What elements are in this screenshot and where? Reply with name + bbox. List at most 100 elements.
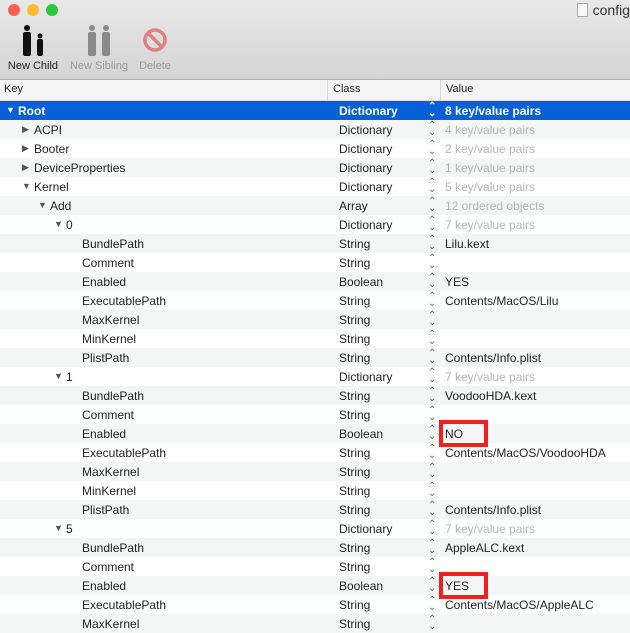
outline-row[interactable]: BundlePath String ⌃ ⌄ Lilu.kext	[0, 234, 630, 253]
row-value[interactable]: 8 key/value pairs	[445, 104, 541, 118]
disclosure-triangle-icon[interactable]: ▶	[22, 143, 29, 154]
outline-row[interactable]: ▶ ACPI Dictionary ⌃ ⌄ 4 key/value pairs	[0, 120, 630, 139]
row-value[interactable]: 7 key/value pairs	[445, 218, 535, 232]
stepper-icon[interactable]: ⌃ ⌄	[428, 520, 436, 537]
new-child-button[interactable]: New Child	[6, 24, 60, 72]
row-class[interactable]: Dictionary	[339, 104, 398, 118]
stepper-icon[interactable]: ⌃ ⌄	[428, 501, 436, 518]
outline-row[interactable]: PlistPath String ⌃ ⌄ Contents/Info.plist	[0, 500, 630, 519]
row-class[interactable]: Boolean	[339, 579, 383, 593]
stepper-icon[interactable]: ⌃ ⌄	[428, 615, 436, 632]
stepper-icon[interactable]: ⌃ ⌄	[428, 482, 436, 499]
row-class[interactable]: String	[339, 256, 370, 270]
row-value[interactable]: 1 key/value pairs	[445, 161, 535, 175]
row-value[interactable]: Contents/MacOS/AppleALC	[445, 598, 594, 612]
outline-row[interactable]: Comment String ⌃ ⌄	[0, 557, 630, 576]
outline-row[interactable]: Comment String ⌃ ⌄	[0, 405, 630, 424]
row-class[interactable]: String	[339, 294, 370, 308]
row-class[interactable]: String	[339, 389, 370, 403]
disclosure-triangle-icon[interactable]: ▼	[54, 523, 63, 533]
stepper-icon[interactable]: ⌃ ⌄	[428, 121, 436, 138]
outline-row[interactable]: MaxKernel String ⌃ ⌄	[0, 614, 630, 633]
stepper-icon[interactable]: ⌃ ⌄	[428, 387, 436, 404]
row-class[interactable]: String	[339, 598, 370, 612]
disclosure-triangle-icon[interactable]: ▼	[54, 371, 63, 381]
row-value[interactable]: YES	[445, 275, 469, 289]
outline-row[interactable]: ▶ Booter Dictionary ⌃ ⌄ 2 key/value pairs	[0, 139, 630, 158]
outline-row[interactable]: MaxKernel String ⌃ ⌄	[0, 462, 630, 481]
row-class[interactable]: Dictionary	[339, 370, 392, 384]
row-value[interactable]: Contents/Info.plist	[445, 503, 541, 517]
row-class[interactable]: String	[339, 446, 370, 460]
row-value[interactable]: AppleALC.kext	[445, 541, 524, 555]
row-value[interactable]: Lilu.kext	[445, 237, 489, 251]
outline-row[interactable]: ▼ 5 Dictionary ⌃ ⌄ 7 key/value pairs	[0, 519, 630, 538]
stepper-icon[interactable]: ⌃ ⌄	[428, 197, 436, 214]
stepper-icon[interactable]: ⌃ ⌄	[428, 539, 436, 556]
row-value[interactable]: 12 ordered objects	[445, 199, 544, 213]
row-class[interactable]: Dictionary	[339, 142, 392, 156]
outline-row[interactable]: PlistPath String ⌃ ⌄ Contents/Info.plist	[0, 348, 630, 367]
row-class[interactable]: String	[339, 408, 370, 422]
stepper-icon[interactable]: ⌃ ⌄	[428, 577, 436, 594]
disclosure-triangle-icon[interactable]: ▼	[38, 200, 47, 210]
outline-row[interactable]: ExecutablePath String ⌃ ⌄ Contents/MacOS/Lil…	[0, 291, 630, 310]
row-class[interactable]: Dictionary	[339, 161, 392, 175]
row-class[interactable]: String	[339, 541, 370, 555]
stepper-icon[interactable]: ⌃ ⌄	[428, 596, 436, 613]
disclosure-triangle-icon[interactable]: ▼	[54, 219, 63, 229]
stepper-icon[interactable]: ⌃ ⌄	[428, 406, 436, 423]
stepper-icon[interactable]: ⌃ ⌄	[428, 349, 436, 366]
stepper-icon[interactable]: ⌃ ⌄	[428, 235, 436, 252]
disclosure-triangle-icon[interactable]: ▶	[22, 124, 29, 135]
row-class[interactable]: String	[339, 237, 370, 251]
outline-row[interactable]: ▼ Kernel Dictionary ⌃ ⌄ 5 key/value pairs	[0, 177, 630, 196]
stepper-icon[interactable]: ⌃ ⌄	[428, 254, 436, 271]
column-class[interactable]: Class	[333, 83, 361, 95]
outline-row[interactable]: BundlePath String ⌃ ⌄ VoodooHDA.kext	[0, 386, 630, 405]
row-class[interactable]: String	[339, 617, 370, 631]
row-class[interactable]: Dictionary	[339, 123, 392, 137]
row-class[interactable]: Boolean	[339, 427, 383, 441]
row-value[interactable]: Contents/Info.plist	[445, 351, 541, 365]
outline-row[interactable]: ▶ DeviceProperties Dictionary ⌃ ⌄ 1 key/value…	[0, 158, 630, 177]
row-class[interactable]: Dictionary	[339, 522, 392, 536]
outline-row[interactable]: MinKernel String ⌃ ⌄	[0, 481, 630, 500]
stepper-icon[interactable]: ⌃ ⌄	[428, 558, 436, 575]
row-class[interactable]: String	[339, 465, 370, 479]
stepper-icon[interactable]: ⌃ ⌄	[428, 178, 436, 195]
stepper-icon[interactable]: ⌃ ⌄	[428, 368, 436, 385]
disclosure-triangle-icon[interactable]: ▼	[22, 181, 31, 191]
row-class[interactable]: String	[339, 313, 370, 327]
column-value[interactable]: Value	[446, 83, 473, 95]
row-value[interactable]: 5 key/value pairs	[445, 180, 535, 194]
row-value[interactable]: 7 key/value pairs	[445, 522, 535, 536]
row-value[interactable]: 2 key/value pairs	[445, 142, 535, 156]
minimize-window-button[interactable]	[27, 4, 39, 16]
delete-button[interactable]: Delete	[136, 24, 174, 72]
row-value[interactable]: Contents/MacOS/Lilu	[445, 294, 558, 308]
disclosure-triangle-icon[interactable]: ▶	[22, 162, 29, 173]
stepper-icon[interactable]: ⌃ ⌄	[428, 273, 436, 290]
zoom-window-button[interactable]	[46, 4, 58, 16]
row-value[interactable]: 4 key/value pairs	[445, 123, 535, 137]
outline-row[interactable]: ▼ 0 Dictionary ⌃ ⌄ 7 key/value pairs	[0, 215, 630, 234]
outline-row[interactable]: Enabled Boolean ⌃ ⌄ YES	[0, 576, 630, 595]
stepper-icon[interactable]: ⌃ ⌄	[428, 292, 436, 309]
stepper-icon[interactable]: ⌃ ⌄	[428, 102, 436, 119]
stepper-icon[interactable]: ⌃ ⌄	[428, 330, 436, 347]
stepper-icon[interactable]: ⌃ ⌄	[428, 311, 436, 328]
stepper-icon[interactable]: ⌃ ⌄	[428, 425, 436, 442]
row-class[interactable]: String	[339, 332, 370, 346]
row-value[interactable]: VoodooHDA.kext	[445, 389, 536, 403]
row-value[interactable]: 7 key/value pairs	[445, 370, 535, 384]
outline-row[interactable]: ▼ Root Dictionary ⌃ ⌄ 8 key/value pairs	[0, 101, 630, 120]
column-key[interactable]: Key	[4, 83, 23, 95]
outline-row[interactable]: MaxKernel String ⌃ ⌄	[0, 310, 630, 329]
outline-row[interactable]: Enabled Boolean ⌃ ⌄ NO	[0, 424, 630, 443]
new-sibling-button[interactable]: New Sibling	[68, 24, 130, 72]
row-class[interactable]: String	[339, 560, 370, 574]
stepper-icon[interactable]: ⌃ ⌄	[428, 444, 436, 461]
row-class[interactable]: Array	[339, 199, 368, 213]
stepper-icon[interactable]: ⌃ ⌄	[428, 140, 436, 157]
